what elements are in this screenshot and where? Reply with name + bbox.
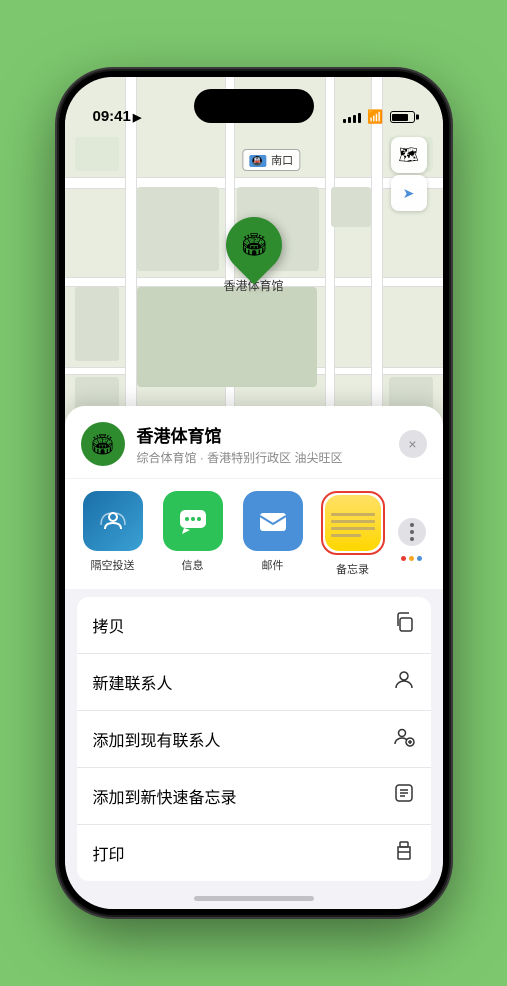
bottom-sheet: 🏟 香港体育馆 综合体育馆 · 香港特别行政区 油尖旺区 × bbox=[65, 406, 443, 909]
action-add-contact-label: 添加到现有联系人 bbox=[93, 727, 221, 751]
notes-label: 备忘录 bbox=[336, 561, 369, 577]
stadium-pin-icon: 🏟 bbox=[240, 232, 268, 258]
status-time: 09:41▶ bbox=[93, 108, 142, 125]
battery-icon bbox=[390, 111, 415, 123]
wifi-icon: 📶 bbox=[367, 109, 383, 125]
action-print[interactable]: 打印 bbox=[77, 825, 431, 881]
share-item-messages[interactable]: 信息 bbox=[153, 491, 233, 577]
phone-frame: 09:41▶ 📶 bbox=[59, 71, 449, 915]
messages-label: 信息 bbox=[182, 557, 204, 573]
home-indicator bbox=[194, 896, 314, 901]
mail-label: 邮件 bbox=[262, 557, 284, 573]
action-quick-note[interactable]: 添加到新快速备忘录 bbox=[77, 768, 431, 825]
close-button[interactable]: × bbox=[399, 430, 427, 458]
print-icon bbox=[393, 839, 415, 867]
action-copy[interactable]: 拷贝 bbox=[77, 597, 431, 654]
venue-icon: 🏟 bbox=[81, 422, 125, 466]
signal-bars-icon bbox=[343, 111, 361, 123]
action-copy-label: 拷贝 bbox=[93, 613, 125, 637]
messages-icon bbox=[163, 491, 223, 551]
new-contact-icon bbox=[393, 668, 415, 696]
share-row: 隔空投送 信息 bbox=[65, 479, 443, 589]
share-item-notes[interactable]: 备忘录 bbox=[313, 491, 393, 577]
phone-screen: 09:41▶ 📶 bbox=[65, 77, 443, 909]
map-label: 🚇 南口 bbox=[242, 149, 300, 171]
share-item-airdrop[interactable]: 隔空投送 bbox=[73, 491, 153, 577]
map-pin: 🏟 香港体育馆 bbox=[223, 217, 283, 294]
action-quick-note-label: 添加到新快速备忘录 bbox=[93, 784, 237, 808]
share-item-mail[interactable]: 邮件 bbox=[233, 491, 313, 577]
action-new-contact[interactable]: 新建联系人 bbox=[77, 654, 431, 711]
location-button[interactable]: ➤ bbox=[391, 175, 427, 211]
notes-icon bbox=[325, 495, 381, 551]
venue-name: 香港体育馆 bbox=[137, 422, 399, 447]
map-controls: 🗺 ➤ bbox=[391, 137, 427, 211]
add-contact-icon bbox=[393, 725, 415, 753]
status-icons: 📶 bbox=[343, 109, 414, 125]
airdrop-icon bbox=[83, 491, 143, 551]
dynamic-island bbox=[194, 89, 314, 123]
action-print-label: 打印 bbox=[93, 841, 125, 865]
action-new-contact-label: 新建联系人 bbox=[93, 670, 173, 694]
airdrop-label: 隔空投送 bbox=[91, 557, 135, 573]
mail-icon bbox=[243, 491, 303, 551]
venue-desc: 综合体育馆 · 香港特别行政区 油尖旺区 bbox=[137, 449, 399, 466]
copy-icon bbox=[393, 611, 415, 639]
quick-note-icon bbox=[393, 782, 415, 810]
action-add-contact[interactable]: 添加到现有联系人 bbox=[77, 711, 431, 768]
map-type-button[interactable]: 🗺 bbox=[391, 137, 427, 173]
share-more-button[interactable] bbox=[397, 491, 427, 577]
sheet-header: 🏟 香港体育馆 综合体育馆 · 香港特别行政区 油尖旺区 × bbox=[65, 406, 443, 478]
actions-list: 拷贝 新建联系人 bbox=[77, 597, 431, 881]
venue-info: 香港体育馆 综合体育馆 · 香港特别行政区 油尖旺区 bbox=[137, 422, 399, 466]
